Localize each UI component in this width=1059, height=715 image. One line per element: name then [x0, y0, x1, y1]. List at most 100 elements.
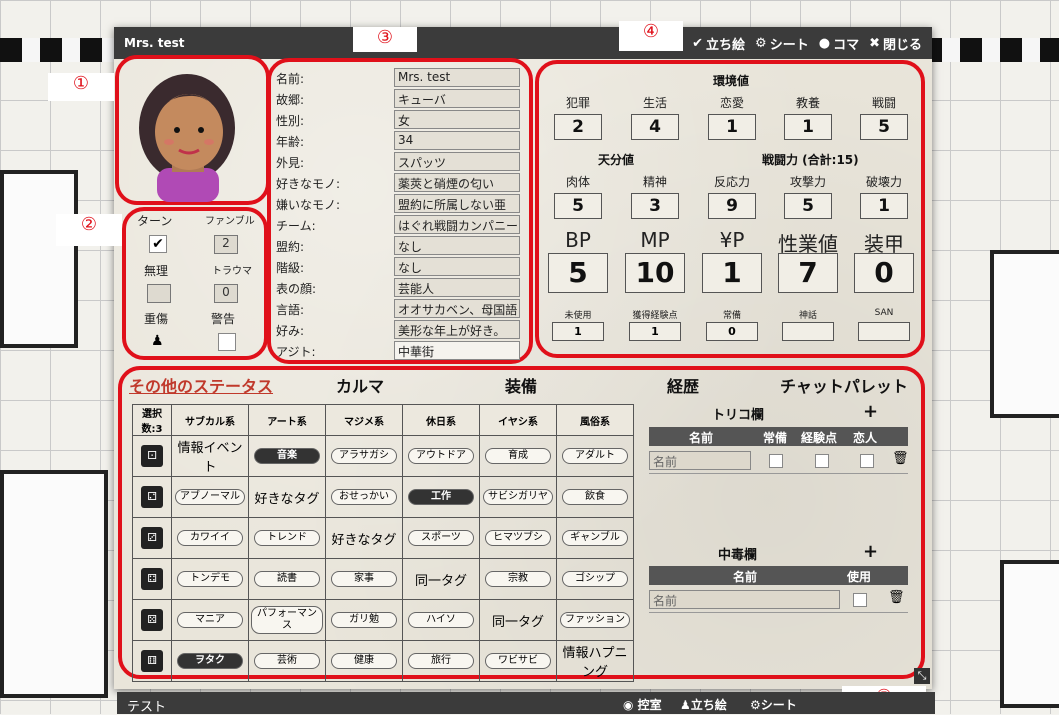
big-stat-value[interactable]: 1: [702, 253, 762, 293]
tag-button[interactable]: スポーツ: [408, 530, 474, 546]
small-stat-value[interactable]: [858, 322, 910, 341]
tab-history[interactable]: 経歴: [667, 373, 699, 397]
big-stat-value[interactable]: 10: [625, 253, 685, 293]
sheet-button[interactable]: ⚙ シート: [755, 34, 809, 53]
impossible-field[interactable]: [147, 284, 171, 303]
tag-button[interactable]: ゴシップ: [562, 571, 628, 587]
profile-value-field[interactable]: 美形な年上が好き。: [394, 320, 520, 339]
talent-stat-value[interactable]: 5: [554, 193, 602, 219]
env-stat-value[interactable]: 1: [708, 114, 756, 140]
footer-sheet-label: シート: [760, 698, 797, 712]
env-stat-value[interactable]: 4: [631, 114, 679, 140]
talent-stat-value[interactable]: 9: [708, 193, 756, 219]
profile-value-field[interactable]: なし: [394, 257, 520, 276]
tag-button[interactable]: ヒマツブシ: [485, 530, 551, 546]
tag-button[interactable]: トレンド: [254, 530, 320, 546]
small-stat-value[interactable]: 1: [552, 322, 604, 341]
profile-value-field[interactable]: キューバ: [394, 89, 520, 108]
piece-button[interactable]: ● コマ: [819, 34, 859, 53]
poison-use-checkbox[interactable]: [853, 593, 867, 607]
trico-exp-checkbox[interactable]: [815, 454, 829, 468]
tab-equipment[interactable]: 装備: [505, 373, 537, 397]
trico-lover-checkbox[interactable]: [860, 454, 874, 468]
add-trico-button[interactable]: +: [863, 401, 878, 422]
trash-icon[interactable]: 🗑: [892, 451, 909, 466]
profile-value-field[interactable]: 薬莢と硝煙の匂い: [394, 173, 520, 192]
tag-button[interactable]: おせっかい: [331, 489, 397, 505]
profile-label: 外見:: [276, 156, 305, 170]
profile-value-field[interactable]: Mrs. test: [394, 68, 520, 87]
profile-value-field[interactable]: スパッツ: [394, 152, 520, 171]
standing-picture-button[interactable]: ✔ 立ち絵: [692, 34, 745, 53]
seated-person-icon[interactable]: ♟: [151, 333, 164, 349]
tag-button[interactable]: マニア: [177, 612, 243, 628]
tag-button[interactable]: ファッション: [560, 612, 630, 628]
tag-button-selected[interactable]: ヲタク: [177, 653, 243, 669]
add-poison-button[interactable]: +: [863, 541, 878, 562]
env-stat-value[interactable]: 2: [554, 114, 602, 140]
tag-button[interactable]: トンデモ: [177, 571, 243, 587]
talent-stat-value[interactable]: 1: [860, 193, 908, 219]
tag-button[interactable]: アブノーマル: [175, 489, 245, 505]
secondary-window-titlebar[interactable]: テスト ◉ 控室 ♟立ち絵 ⚙シート: [117, 692, 935, 715]
tab-chat-palette[interactable]: チャットパレット: [780, 373, 908, 397]
profile-value-field[interactable]: 女: [394, 110, 520, 129]
tag-button[interactable]: サビシガリヤ: [483, 489, 553, 505]
profile-value-field[interactable]: はぐれ戦闘カンパニー: [394, 215, 520, 234]
tag-button[interactable]: アダルト: [562, 448, 628, 464]
trico-regular-checkbox[interactable]: [769, 454, 783, 468]
tag-button[interactable]: 飲食: [562, 489, 628, 505]
profile-value-field[interactable]: オオサカベン、母国語: [394, 299, 520, 318]
footer-sheet-button[interactable]: ⚙シート: [750, 696, 797, 713]
waiting-room-button[interactable]: ◉ 控室: [623, 696, 662, 713]
tag-button-selected[interactable]: 工作: [408, 489, 474, 505]
tag-button[interactable]: ギャンブル: [562, 530, 628, 546]
tag-button[interactable]: 芸術: [254, 653, 320, 669]
profile-value-field[interactable]: 34: [394, 131, 520, 150]
small-stat-value[interactable]: 0: [706, 322, 758, 341]
small-stat-value[interactable]: [782, 322, 834, 341]
tag-button[interactable]: カワイイ: [177, 530, 243, 546]
turn-checkbox[interactable]: ✔: [149, 235, 167, 253]
tag-button[interactable]: アラサガシ: [331, 448, 397, 464]
tag-button[interactable]: 育成: [485, 448, 551, 464]
fumble-field[interactable]: 2: [214, 235, 238, 254]
character-portrait[interactable]: [117, 58, 267, 202]
tag-button[interactable]: 健康: [331, 653, 397, 669]
talent-stat-value[interactable]: 5: [784, 193, 832, 219]
tag-button-selected[interactable]: 音楽: [254, 448, 320, 464]
tag-button[interactable]: 家事: [331, 571, 397, 587]
trash-icon[interactable]: 🗑: [888, 590, 905, 605]
close-button[interactable]: ✖ 閉じる: [869, 34, 922, 53]
tag-button[interactable]: ガリ勉: [331, 612, 397, 628]
profile-value-field[interactable]: なし: [394, 236, 520, 255]
env-stat-value[interactable]: 1: [784, 114, 832, 140]
tag-button[interactable]: ハイソ: [408, 612, 474, 628]
warning-checkbox[interactable]: [218, 333, 236, 351]
tag-button[interactable]: 読書: [254, 571, 320, 587]
tag-button[interactable]: 宗教: [485, 571, 551, 587]
tab-karma[interactable]: カルマ: [336, 373, 384, 397]
tag-button[interactable]: アウトドア: [408, 448, 474, 464]
profile-value-field[interactable]: 中華街: [394, 341, 520, 360]
grid-row: ⚀ 情報イベント 音楽 アラサガシ アウトドア 育成 アダルト: [132, 435, 634, 477]
profile-value-field[interactable]: 芸能人: [394, 278, 520, 297]
talent-stat-value[interactable]: 3: [631, 193, 679, 219]
big-stat-value[interactable]: 7: [778, 253, 838, 293]
tag-button[interactable]: パフォーマンス: [251, 606, 323, 634]
tab-other-status[interactable]: その他のステータス: [129, 373, 273, 397]
small-stat-value[interactable]: 1: [629, 322, 681, 341]
trauma-field[interactable]: 0: [214, 284, 238, 303]
marker-3: ③: [353, 27, 417, 52]
trico-name-input[interactable]: 名前: [649, 451, 751, 470]
footer-standing-picture-button[interactable]: ♟立ち絵: [680, 696, 727, 713]
profile-value-field[interactable]: 盟約に所属しない亜: [394, 194, 520, 213]
resize-handle-icon[interactable]: ⤡: [914, 668, 930, 684]
tag-button[interactable]: 旅行: [408, 653, 474, 669]
big-stat-value[interactable]: 0: [854, 253, 914, 293]
big-stat-label: MP: [640, 228, 670, 252]
tag-button[interactable]: ワビサビ: [485, 653, 551, 669]
poison-name-input[interactable]: 名前: [649, 590, 840, 609]
big-stat-value[interactable]: 5: [548, 253, 608, 293]
env-stat-value[interactable]: 5: [860, 114, 908, 140]
